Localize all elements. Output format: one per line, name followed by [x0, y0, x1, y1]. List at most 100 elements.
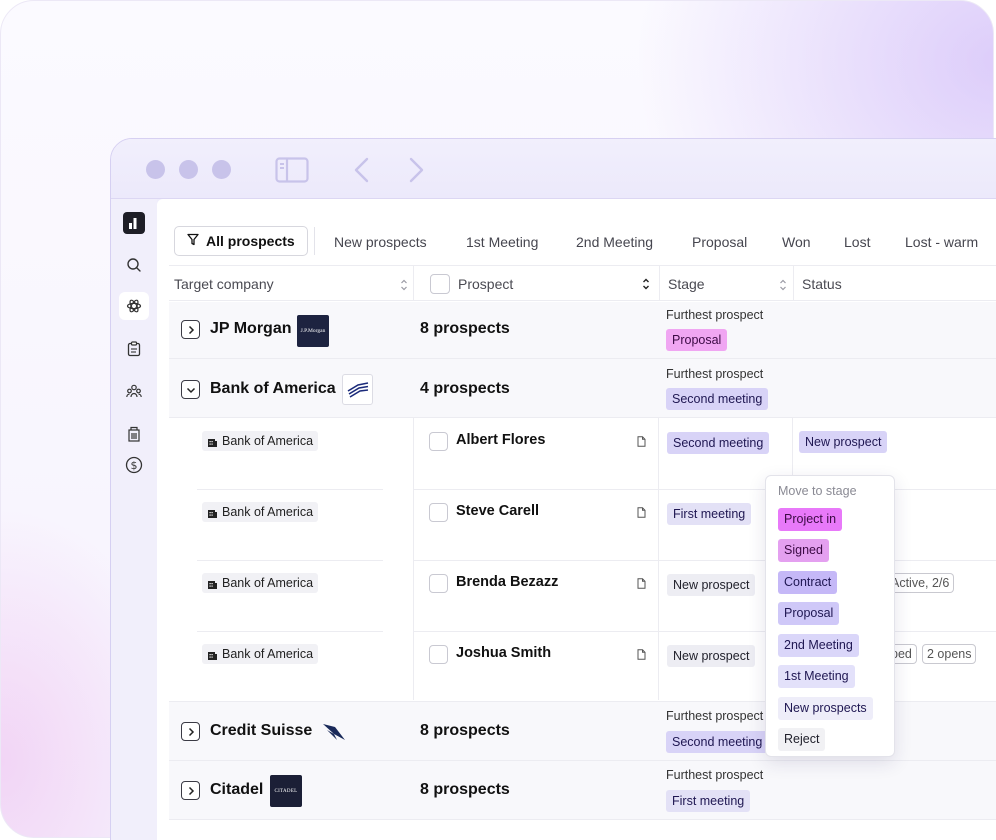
prospect-count: 4 prospects	[420, 380, 510, 397]
status-chip[interactable]: New prospect	[799, 431, 888, 453]
people-icon[interactable]	[119, 377, 149, 405]
expand-toggle[interactable]	[181, 781, 200, 800]
company-tag-label: Bank of America	[222, 647, 314, 661]
tab-lost[interactable]: Lost	[844, 234, 870, 250]
menu-item-signed[interactable]: Signed	[778, 539, 829, 562]
group-row-jp-morgan[interactable]	[169, 302, 996, 358]
sort-icon[interactable]	[400, 278, 408, 294]
row-divider	[413, 489, 996, 490]
column-divider	[413, 266, 414, 301]
chevron-down-icon	[186, 387, 195, 393]
stage-chip[interactable]: Second meeting	[666, 388, 769, 410]
svg-text:$: $	[131, 459, 138, 472]
column-status[interactable]: Status	[802, 266, 922, 301]
stage-chip[interactable]: First meeting	[667, 503, 752, 525]
menu-item-project-in[interactable]: Project in	[778, 508, 843, 531]
company-name: Bank of America	[210, 380, 336, 397]
bank-of-america-logo	[342, 374, 373, 405]
expand-toggle[interactable]	[181, 722, 200, 741]
sort-active-icon[interactable]	[642, 277, 650, 293]
expand-toggle[interactable]	[181, 320, 200, 339]
company-tag-label: Bank of America	[222, 576, 314, 590]
company-tag: Bank of America	[202, 431, 319, 451]
search-icon[interactable]	[119, 251, 149, 279]
menu-item-1st-meeting[interactable]: 1st Meeting	[778, 665, 855, 688]
prospect-name[interactable]: Albert Flores	[456, 432, 545, 448]
stage-chip[interactable]: Second meeting	[666, 731, 769, 753]
column-stage[interactable]: Stage	[668, 266, 793, 301]
forward-arrow-icon[interactable]	[407, 157, 425, 188]
document-icon[interactable]	[637, 576, 646, 594]
furthest-prospect-label: Furthest prospect	[666, 308, 764, 322]
row-checkbox[interactable]	[429, 645, 448, 664]
document-icon[interactable]	[637, 434, 646, 452]
table-header: Target company Prospect Stage Status	[169, 265, 996, 301]
stage-chip[interactable]: First meeting	[666, 790, 751, 812]
stage-chip[interactable]: Second meeting	[667, 432, 770, 454]
stage-chip[interactable]: New prospect	[667, 645, 756, 667]
tab-all-label: All prospects	[206, 233, 295, 249]
window-maximize-dot[interactable]	[212, 160, 231, 179]
row-divider	[169, 819, 996, 820]
prospect-name[interactable]: Brenda Bezazz	[456, 574, 558, 590]
citadel-logo-text: CITADEL	[274, 788, 298, 794]
document-icon[interactable]	[637, 505, 646, 523]
stage-chip[interactable]: Proposal	[666, 329, 728, 351]
row-divider	[169, 417, 996, 418]
ai-spark-icon[interactable]	[119, 292, 149, 320]
menu-item-reject[interactable]: Reject	[778, 728, 826, 751]
sidebar-toggle-icon[interactable]	[275, 157, 309, 188]
tab-won[interactable]: Won	[782, 234, 811, 250]
tab-new-prospects[interactable]: New prospects	[334, 234, 427, 250]
menu-item-proposal[interactable]: Proposal	[778, 602, 840, 625]
chevron-right-icon	[188, 325, 194, 334]
prospect-name[interactable]: Joshua Smith	[456, 645, 551, 661]
company-tag: Bank of America	[202, 573, 319, 593]
select-all-checkbox[interactable]	[430, 273, 450, 294]
sort-icon[interactable]	[779, 278, 787, 294]
tab-lost-warm[interactable]: Lost - warm	[905, 234, 978, 250]
column-status-label: Status	[802, 275, 842, 292]
dollar-icon[interactable]: $	[119, 451, 149, 479]
window-close-dot[interactable]	[146, 160, 165, 179]
tab-divider	[314, 227, 315, 255]
column-stage-label: Stage	[668, 275, 705, 292]
row-checkbox[interactable]	[429, 503, 448, 522]
row-checkbox[interactable]	[429, 432, 448, 451]
furthest-prospect-label: Furthest prospect	[666, 768, 764, 782]
collapse-toggle[interactable]	[181, 380, 200, 399]
building-icon	[208, 651, 217, 660]
column-divider	[658, 418, 659, 700]
title-bar	[111, 139, 996, 199]
opens-tag: 2 opens	[922, 644, 977, 664]
tab-2nd-meeting[interactable]: 2nd Meeting	[576, 234, 653, 250]
building-icon[interactable]	[119, 420, 149, 448]
window-minimize-dot[interactable]	[179, 160, 198, 179]
row-checkbox[interactable]	[429, 574, 448, 593]
column-target-company[interactable]: Target company	[174, 266, 414, 301]
move-to-stage-menu: Move to stage Project in Signed Contract…	[765, 475, 895, 757]
prospect-count: 8 prospects	[420, 781, 510, 798]
document-icon[interactable]	[637, 647, 646, 665]
row-divider	[197, 631, 383, 632]
column-prospect[interactable]: Prospect	[430, 266, 660, 301]
row-divider	[413, 631, 996, 632]
stage-chip[interactable]: New prospect	[667, 574, 756, 596]
prospect-name[interactable]: Steve Carell	[456, 503, 539, 519]
menu-item-contract[interactable]: Contract	[778, 571, 838, 594]
status-tag: Active, 2/6	[887, 573, 955, 593]
clipboard-icon[interactable]	[119, 335, 149, 363]
jp-morgan-logo-text: J.P.Morgan	[300, 328, 326, 334]
furthest-prospect-label: Furthest prospect	[666, 367, 764, 381]
app-logo-icon[interactable]	[119, 209, 149, 237]
tab-proposal[interactable]: Proposal	[692, 234, 747, 250]
menu-item-new-prospects[interactable]: New prospects	[778, 697, 873, 720]
menu-item-2nd-meeting[interactable]: 2nd Meeting	[778, 634, 859, 657]
prospect-count: 8 prospects	[420, 320, 510, 337]
back-arrow-icon[interactable]	[353, 157, 371, 188]
tab-all-prospects[interactable]: All prospects	[174, 226, 308, 256]
tab-1st-meeting[interactable]: 1st Meeting	[466, 234, 538, 250]
credit-suisse-logo	[318, 716, 350, 748]
building-icon	[208, 509, 217, 518]
row-divider	[197, 560, 383, 561]
